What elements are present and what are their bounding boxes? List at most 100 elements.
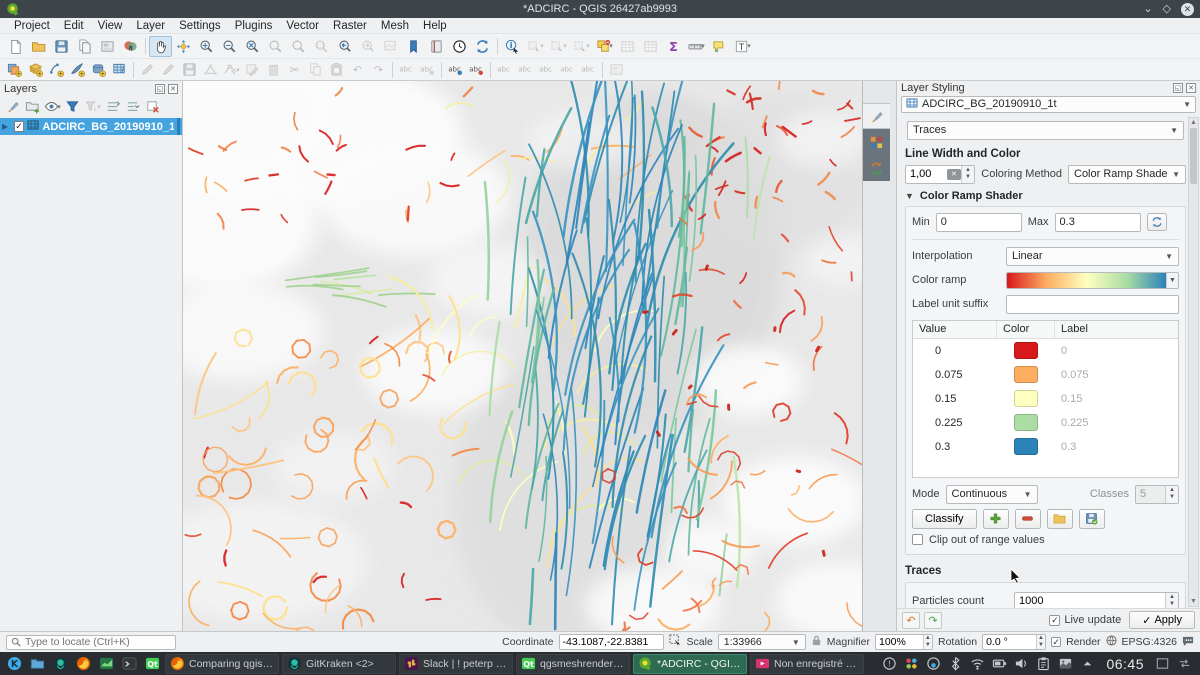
menu-raster[interactable]: Raster: [327, 20, 373, 32]
load-color-map-button[interactable]: [1047, 509, 1073, 529]
taskbar-task[interactable]: *ADCIRC - QGIS 26427...: [633, 654, 747, 674]
max-input[interactable]: [1055, 213, 1141, 232]
add-value-button[interactable]: [983, 509, 1009, 529]
add-raster-layer-button[interactable]: [25, 60, 46, 79]
undo-style-button[interactable]: ↶: [902, 612, 920, 629]
redo-style-button[interactable]: ↷: [924, 612, 942, 629]
row-color-swatch[interactable]: [997, 414, 1055, 431]
coloring-method-selector[interactable]: Color Ramp Shader ▼: [1068, 165, 1186, 184]
identify-features-button[interactable]: i: [501, 36, 524, 57]
zoom-last-button[interactable]: [333, 36, 356, 57]
spin-buttons[interactable]: ▲▼: [1165, 593, 1178, 608]
map-canvas[interactable]: [183, 81, 863, 631]
statistical-summary-button[interactable]: Σ: [662, 36, 685, 57]
pan-map-button[interactable]: [149, 36, 172, 57]
project-save-button[interactable]: [50, 36, 73, 57]
line-width-input[interactable]: [906, 168, 947, 180]
mesh-3d-tab[interactable]: [863, 129, 890, 155]
layout-manager-button[interactable]: [96, 36, 119, 57]
file-manager-icon[interactable]: [27, 654, 47, 674]
row-color-swatch[interactable]: [997, 438, 1055, 455]
layer-visibility-checkbox[interactable]: ✓: [14, 121, 25, 132]
tray-image-icon[interactable]: [1058, 656, 1073, 671]
refresh-button[interactable]: [471, 36, 494, 57]
color-map-row[interactable]: 0.225 0.225: [913, 411, 1178, 435]
app-launcher-icon[interactable]: K: [4, 654, 24, 674]
monitor-app-icon[interactable]: [96, 654, 116, 674]
tray-volume-icon[interactable]: [1014, 656, 1029, 671]
show-bookmarks-button[interactable]: [425, 36, 448, 57]
remove-layer-button[interactable]: [143, 98, 162, 115]
data-source-manager-button[interactable]: [4, 60, 25, 79]
layer-labeling-button[interactable]: abc: [445, 60, 466, 79]
firefox-launcher-icon[interactable]: [73, 654, 93, 674]
menu-plugins[interactable]: Plugins: [229, 20, 279, 32]
apply-button[interactable]: ✓ Apply: [1129, 611, 1195, 629]
collapse-all-button[interactable]: [123, 98, 142, 115]
row-color-swatch[interactable]: [997, 366, 1055, 383]
color-ramp-button[interactable]: ▼: [1006, 272, 1179, 289]
add-point-layer-button[interactable]: [46, 60, 67, 79]
save-as-copy-button[interactable]: [73, 36, 96, 57]
tray-wifi-icon[interactable]: [970, 656, 985, 671]
symbology-tab[interactable]: [863, 103, 890, 129]
tray-bluetooth-icon[interactable]: [948, 656, 963, 671]
save-color-map-button[interactable]: [1079, 509, 1105, 529]
min-input[interactable]: [936, 213, 1022, 232]
tray-battery-icon[interactable]: [992, 656, 1007, 671]
zoom-in-button[interactable]: +: [195, 36, 218, 57]
menu-help[interactable]: Help: [417, 20, 453, 32]
coordinate-input[interactable]: [559, 634, 664, 650]
tray-apps-icon[interactable]: [904, 656, 919, 671]
menu-edit[interactable]: Edit: [58, 20, 90, 32]
add-postgis-button[interactable]: [88, 60, 109, 79]
history-tab[interactable]: [863, 155, 890, 181]
close-button[interactable]: ✕: [1181, 3, 1194, 16]
menu-project[interactable]: Project: [8, 20, 56, 32]
magnifier-spinbox[interactable]: ▲▼: [875, 634, 933, 650]
undock-panel-icon[interactable]: ◱: [155, 84, 165, 94]
clock[interactable]: 06:45: [1106, 656, 1144, 672]
mode-selector[interactable]: Continuous ▼: [946, 485, 1038, 504]
undock-panel-icon[interactable]: ◱: [1173, 83, 1183, 93]
lock-scale-icon[interactable]: [811, 635, 822, 649]
line-width-spinbox[interactable]: ✕ ▲▼: [905, 165, 975, 184]
rotation-spinbox[interactable]: ▲▼: [982, 634, 1046, 650]
panel-scrollbar[interactable]: ▲ ▼: [1188, 117, 1199, 607]
add-delimited-text-button[interactable]: [67, 60, 88, 79]
crs-icon[interactable]: [1106, 635, 1117, 649]
remove-value-button[interactable]: [1015, 509, 1041, 529]
layer-item[interactable]: ▶ ✓ ADCIRC_BG_20190910_1t: [0, 118, 182, 135]
menu-mesh[interactable]: Mesh: [375, 20, 415, 32]
color-map-table[interactable]: Value Color Label 0 00.075 0.0750.15 0.1…: [912, 320, 1179, 478]
chevron-down-icon[interactable]: ▼: [1166, 273, 1178, 288]
color-map-row[interactable]: 0.075 0.075: [913, 363, 1178, 387]
tray-caretup-icon[interactable]: [1080, 656, 1095, 671]
gitkraken-launcher-icon[interactable]: [50, 654, 70, 674]
add-mesh-layer-button[interactable]: [109, 60, 130, 79]
tray-clipboard-icon[interactable]: [1036, 656, 1051, 671]
render-checkbox[interactable]: ✓: [1051, 637, 1061, 647]
collapse-arrow-icon[interactable]: ▼: [905, 191, 914, 201]
toggle-extents-icon[interactable]: [669, 634, 682, 650]
styling-layer-selector[interactable]: ADCIRC_BG_20190910_1t ▼: [901, 96, 1196, 113]
row-color-swatch[interactable]: [997, 342, 1055, 359]
close-panel-icon[interactable]: ✕: [1186, 83, 1196, 93]
map-tips-button[interactable]: [708, 36, 731, 57]
interpolation-selector[interactable]: Linear ▼: [1006, 247, 1179, 266]
label-unit-suffix-input[interactable]: [1006, 295, 1179, 314]
zoom-out-button[interactable]: −: [218, 36, 241, 57]
qtcreator-icon[interactable]: Qt: [142, 654, 162, 674]
menu-view[interactable]: View: [92, 20, 129, 32]
clip-out-of-range-checkbox[interactable]: [912, 534, 923, 545]
clear-icon[interactable]: ✕: [947, 169, 961, 180]
crs-status[interactable]: EPSG:4326: [1122, 636, 1177, 648]
scale-selector[interactable]: 1:33966 ▼: [718, 634, 806, 650]
taskbar-task[interactable]: Non enregistré * — Sp...: [750, 654, 864, 674]
tray-desktop-icon[interactable]: [1155, 656, 1170, 671]
taskbar-task[interactable]: GitKraken <2>: [282, 654, 396, 674]
live-update-checkbox[interactable]: ✓: [1049, 615, 1060, 626]
taskbar-task[interactable]: Slack | ! peterp | Lutr...: [399, 654, 513, 674]
filter-legend-button[interactable]: [63, 98, 82, 115]
row-color-swatch[interactable]: [997, 390, 1055, 407]
